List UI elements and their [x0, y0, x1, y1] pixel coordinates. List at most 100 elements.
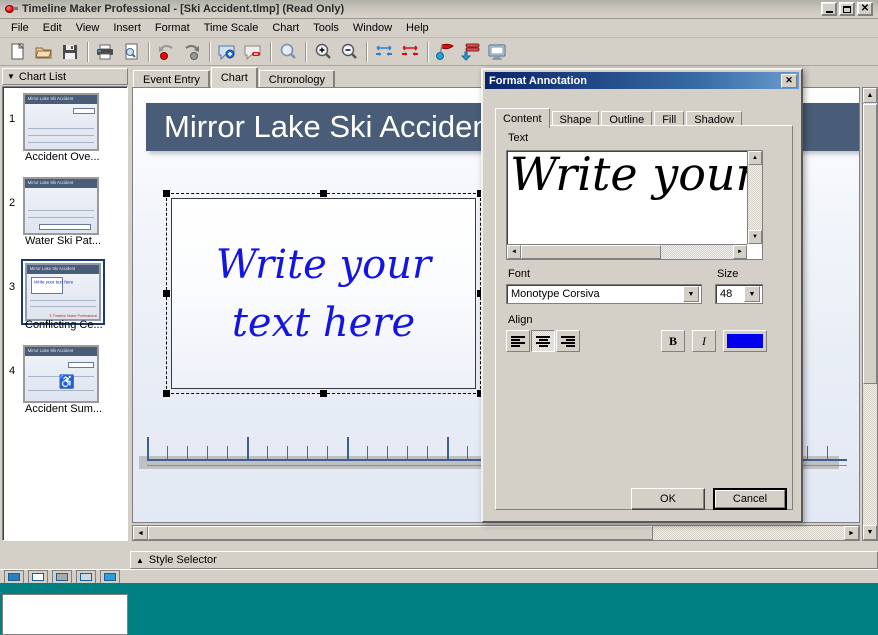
close-button[interactable]: ✕: [857, 2, 873, 16]
text-color-button[interactable]: [723, 330, 767, 352]
scroll-right-button[interactable]: ►: [844, 526, 859, 540]
new-icon[interactable]: [5, 40, 31, 64]
list-item[interactable]: 4 Mirror Lake Ski Accident ♿ Accident Su…: [3, 339, 127, 423]
menu-insert[interactable]: Insert: [106, 20, 148, 36]
chevron-down-icon: ▼: [7, 72, 15, 81]
list-item[interactable]: 2 Mirror Lake Ski Accident Water Ski Pat…: [3, 171, 127, 255]
menu-edit[interactable]: Edit: [36, 20, 69, 36]
taskbar-item-4[interactable]: [76, 570, 96, 583]
style-selector-bar[interactable]: ▲ Style Selector: [130, 551, 878, 569]
chevron-down-icon[interactable]: ▼: [683, 286, 699, 302]
dialog-title-bar: Format Annotation ✕: [485, 72, 799, 89]
list-item[interactable]: 3 Mirror Lake Ski Accident Write your te…: [3, 255, 127, 339]
window-title: Timeline Maker Professional - [Ski Accid…: [22, 3, 345, 15]
annotation-text: Write your text here: [172, 199, 475, 388]
tab-event-entry[interactable]: Event Entry: [133, 70, 210, 88]
scroll-up-button[interactable]: ▲: [863, 88, 877, 103]
dialog-close-button[interactable]: ✕: [781, 73, 797, 88]
toolbar: [0, 38, 878, 66]
tab-content[interactable]: Content: [495, 108, 550, 128]
flag-marker-icon[interactable]: [432, 40, 458, 64]
vertical-scroll-thumb[interactable]: [863, 104, 877, 384]
scroll-left-button[interactable]: ◄: [133, 526, 148, 540]
menu-view[interactable]: View: [69, 20, 107, 36]
taskbar-item-1[interactable]: [4, 570, 24, 583]
thumbnail-wrapper[interactable]: Mirror Lake Ski Accident Write your text…: [21, 259, 105, 325]
text-vertical-scrollbar[interactable]: ▲ ▼: [747, 151, 762, 244]
stack-bars-icon[interactable]: [458, 40, 484, 64]
list-item-number: 1: [8, 113, 16, 125]
menu-tools[interactable]: Tools: [306, 20, 346, 36]
menu-window[interactable]: Window: [346, 20, 399, 36]
menu-time-scale[interactable]: Time Scale: [197, 20, 266, 36]
horizontal-scroll-thumb[interactable]: [148, 526, 653, 540]
text-input[interactable]: Write your ▲ ▼ ◄ ►: [506, 150, 763, 260]
menu-chart[interactable]: Chart: [265, 20, 306, 36]
text-scroll-down-button[interactable]: ▼: [748, 230, 762, 244]
save-icon[interactable]: [57, 40, 83, 64]
taskbar-item-5[interactable]: [100, 570, 120, 583]
compress-horizontal-icon[interactable]: [397, 40, 423, 64]
align-center-button[interactable]: [531, 330, 555, 352]
text-input-value: Write your: [510, 150, 758, 201]
font-select[interactable]: Monotype Corsiva ▼: [506, 284, 702, 304]
chart-list-body[interactable]: 1 Mirror Lake Ski Accident Accident Ove.…: [2, 86, 128, 541]
resize-handle-s[interactable]: [320, 390, 327, 397]
text-scroll-up-button[interactable]: ▲: [748, 151, 762, 165]
list-item[interactable]: 1 Mirror Lake Ski Accident Accident Ove.…: [3, 87, 127, 171]
taskbar-item-3[interactable]: [52, 570, 72, 583]
horizontal-scroll-track[interactable]: [653, 526, 844, 540]
text-horizontal-scrollbar[interactable]: ◄ ►: [507, 244, 747, 259]
align-left-button[interactable]: [506, 330, 530, 352]
thumb-footnote: © Timeline Maker Professional: [49, 314, 97, 319]
resize-handle-w[interactable]: [163, 290, 170, 297]
minimize-button[interactable]: [821, 2, 837, 16]
resize-handle-sw[interactable]: [163, 390, 170, 397]
align-right-button[interactable]: [556, 330, 580, 352]
print-preview-icon[interactable]: [118, 40, 144, 64]
annotation-line-1: Write your: [215, 241, 432, 288]
scroll-down-button[interactable]: ▼: [863, 525, 877, 540]
maximize-button[interactable]: [839, 2, 855, 16]
menu-format[interactable]: Format: [148, 20, 197, 36]
list-item-number: 2: [8, 197, 16, 209]
tab-chart[interactable]: Chart: [210, 67, 258, 88]
chart-vertical-scrollbar[interactable]: ▲ ▼: [862, 87, 878, 541]
expand-horizontal-icon[interactable]: [371, 40, 397, 64]
format-annotation-dialog[interactable]: Format Annotation ✕ Content Shape Outlin…: [481, 68, 803, 523]
thumbnail-wrapper[interactable]: Mirror Lake Ski Accident: [21, 175, 105, 237]
vertical-scroll-track[interactable]: [863, 384, 877, 525]
redo-icon[interactable]: [179, 40, 205, 64]
chevron-down-icon[interactable]: ▼: [744, 286, 760, 302]
zoom-out-icon[interactable]: [336, 40, 362, 64]
print-icon[interactable]: [92, 40, 118, 64]
tab-chronology[interactable]: Chronology: [258, 70, 336, 88]
zoom-icon[interactable]: [275, 40, 301, 64]
display-icon[interactable]: [484, 40, 510, 64]
thumbnail-wrapper[interactable]: Mirror Lake Ski Accident: [21, 91, 105, 153]
size-select[interactable]: 48 ▼: [715, 284, 763, 304]
resize-handle-nw[interactable]: [163, 190, 170, 197]
menu-file[interactable]: File: [4, 20, 36, 36]
italic-button[interactable]: I: [692, 330, 716, 352]
text-scroll-left-button[interactable]: ◄: [507, 245, 521, 259]
thumbnail-wrapper[interactable]: Mirror Lake Ski Accident ♿: [21, 343, 105, 405]
cancel-button[interactable]: Cancel: [713, 488, 787, 510]
annotation-object[interactable]: Write your text here: [171, 198, 476, 389]
delete-event-icon[interactable]: [240, 40, 266, 64]
text-horizontal-scroll-thumb[interactable]: [521, 245, 661, 259]
chart-horizontal-scrollbar[interactable]: ◄ ►: [132, 525, 860, 541]
menu-help[interactable]: Help: [399, 20, 436, 36]
open-icon[interactable]: [31, 40, 57, 64]
undo-icon[interactable]: [153, 40, 179, 64]
resize-handle-n[interactable]: [320, 190, 327, 197]
chevron-up-icon: ▲: [136, 555, 144, 565]
bold-button[interactable]: B: [661, 330, 685, 352]
zoom-in-icon[interactable]: [310, 40, 336, 64]
title-bar: Timeline Maker Professional - [Ski Accid…: [0, 0, 878, 19]
text-scroll-right-button[interactable]: ►: [733, 245, 747, 259]
ok-button[interactable]: OK: [631, 488, 705, 510]
chart-list-header[interactable]: ▼ Chart List: [2, 68, 128, 85]
add-event-icon[interactable]: [214, 40, 240, 64]
taskbar-item-2[interactable]: [28, 570, 48, 583]
